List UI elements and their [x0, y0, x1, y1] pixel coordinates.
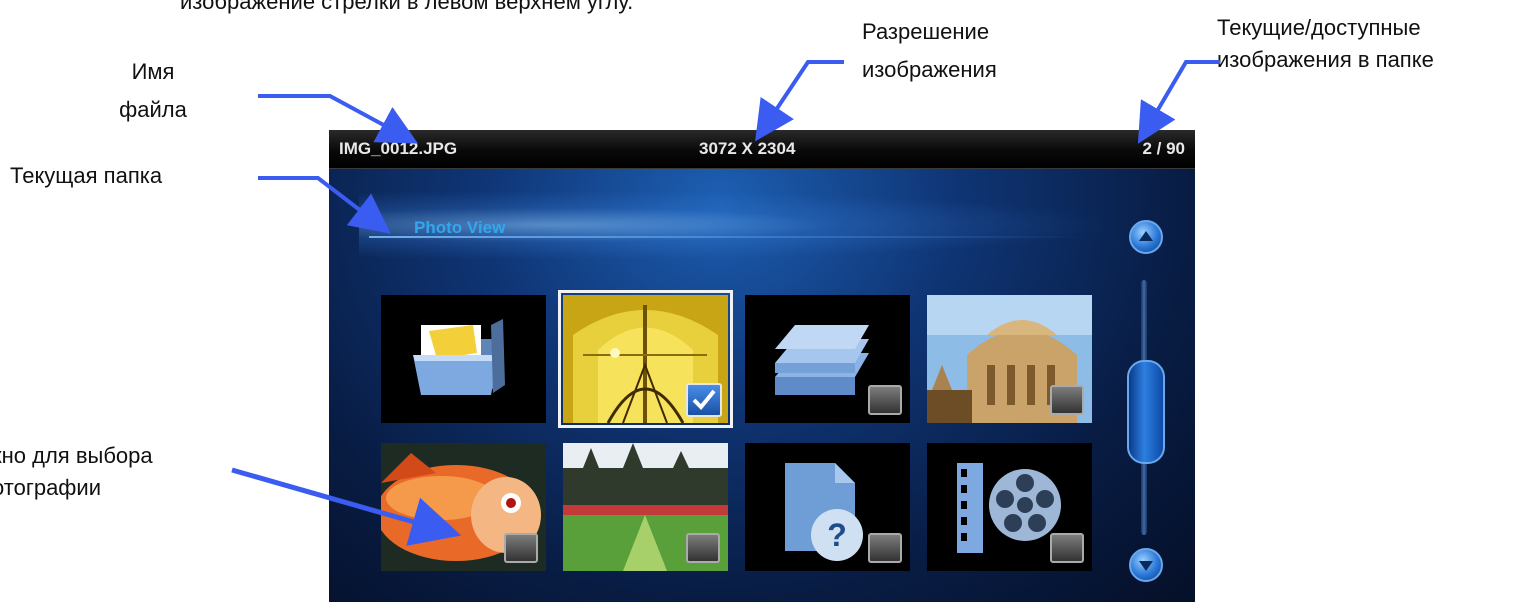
info-bar: IMG_0012.JPG 3072 X 2304 2 / 90 [329, 130, 1195, 169]
svg-text:?: ? [827, 517, 847, 553]
image-counter: 2 / 90 [1142, 139, 1185, 158]
arrow-counter [1137, 60, 1220, 144]
scroll-up-button[interactable] [1129, 220, 1163, 254]
filename-label-line1: Имя [131, 59, 175, 84]
selection-label: кно для выбора отографии [0, 440, 153, 504]
folder-label: Текущая папка [10, 163, 163, 188]
unselected-checkbox[interactable] [1050, 533, 1084, 563]
unselected-checkbox[interactable] [504, 533, 538, 563]
filename-label: Имя файла [98, 56, 208, 126]
selection-label-line2: отографии [0, 475, 101, 500]
folder-title: Photo View [414, 218, 506, 237]
image-resolution: 3072 X 2304 [699, 139, 796, 158]
resolution-label-line2: изображения [862, 57, 997, 82]
unselected-checkbox[interactable] [1050, 385, 1084, 415]
resolution-label: Разрешение изображения [862, 16, 997, 86]
selection-label-line1: кно для выбора [0, 443, 153, 468]
checkmark-icon [692, 389, 716, 410]
scroll-thumb[interactable] [1127, 360, 1165, 464]
thumbnail-stacked-folders[interactable] [745, 295, 910, 423]
unselected-checkbox[interactable] [686, 533, 720, 563]
unselected-checkbox[interactable] [868, 533, 902, 563]
counter-label-line2: изображения в папке [1217, 47, 1434, 72]
thumbnail-fish[interactable] [381, 443, 546, 571]
thumbnail-castle[interactable] [563, 443, 728, 571]
thumbnail-cathedral[interactable] [558, 290, 733, 428]
arrow-resolution [755, 60, 844, 142]
counter-label-line1: Текущие/доступные [1217, 15, 1421, 40]
folder-icon [413, 319, 505, 395]
scroll-down-button[interactable] [1129, 548, 1163, 582]
resolution-label-line1: Разрешение [862, 19, 990, 44]
arrow-down-icon [1139, 561, 1153, 571]
filename-label-line2: файла [119, 97, 187, 122]
selected-checkbox[interactable] [686, 383, 722, 417]
thumbnail-unknown-file[interactable]: ? [745, 443, 910, 571]
photo-viewer-screen: IMG_0012.JPG 3072 X 2304 2 / 90 Photo Vi… [329, 130, 1195, 602]
arrow-up-icon [1139, 231, 1153, 241]
thumbnail-video[interactable] [927, 443, 1092, 571]
thumbnail-folder[interactable] [381, 295, 546, 423]
thumbnail-building[interactable] [927, 295, 1092, 423]
top-caption: изображение стрелки в левом верхнем углу… [180, 0, 634, 14]
file-name: IMG_0012.JPG [339, 139, 458, 158]
unselected-checkbox[interactable] [868, 385, 902, 415]
counter-label: Текущие/доступные изображения в папке [1217, 12, 1434, 76]
